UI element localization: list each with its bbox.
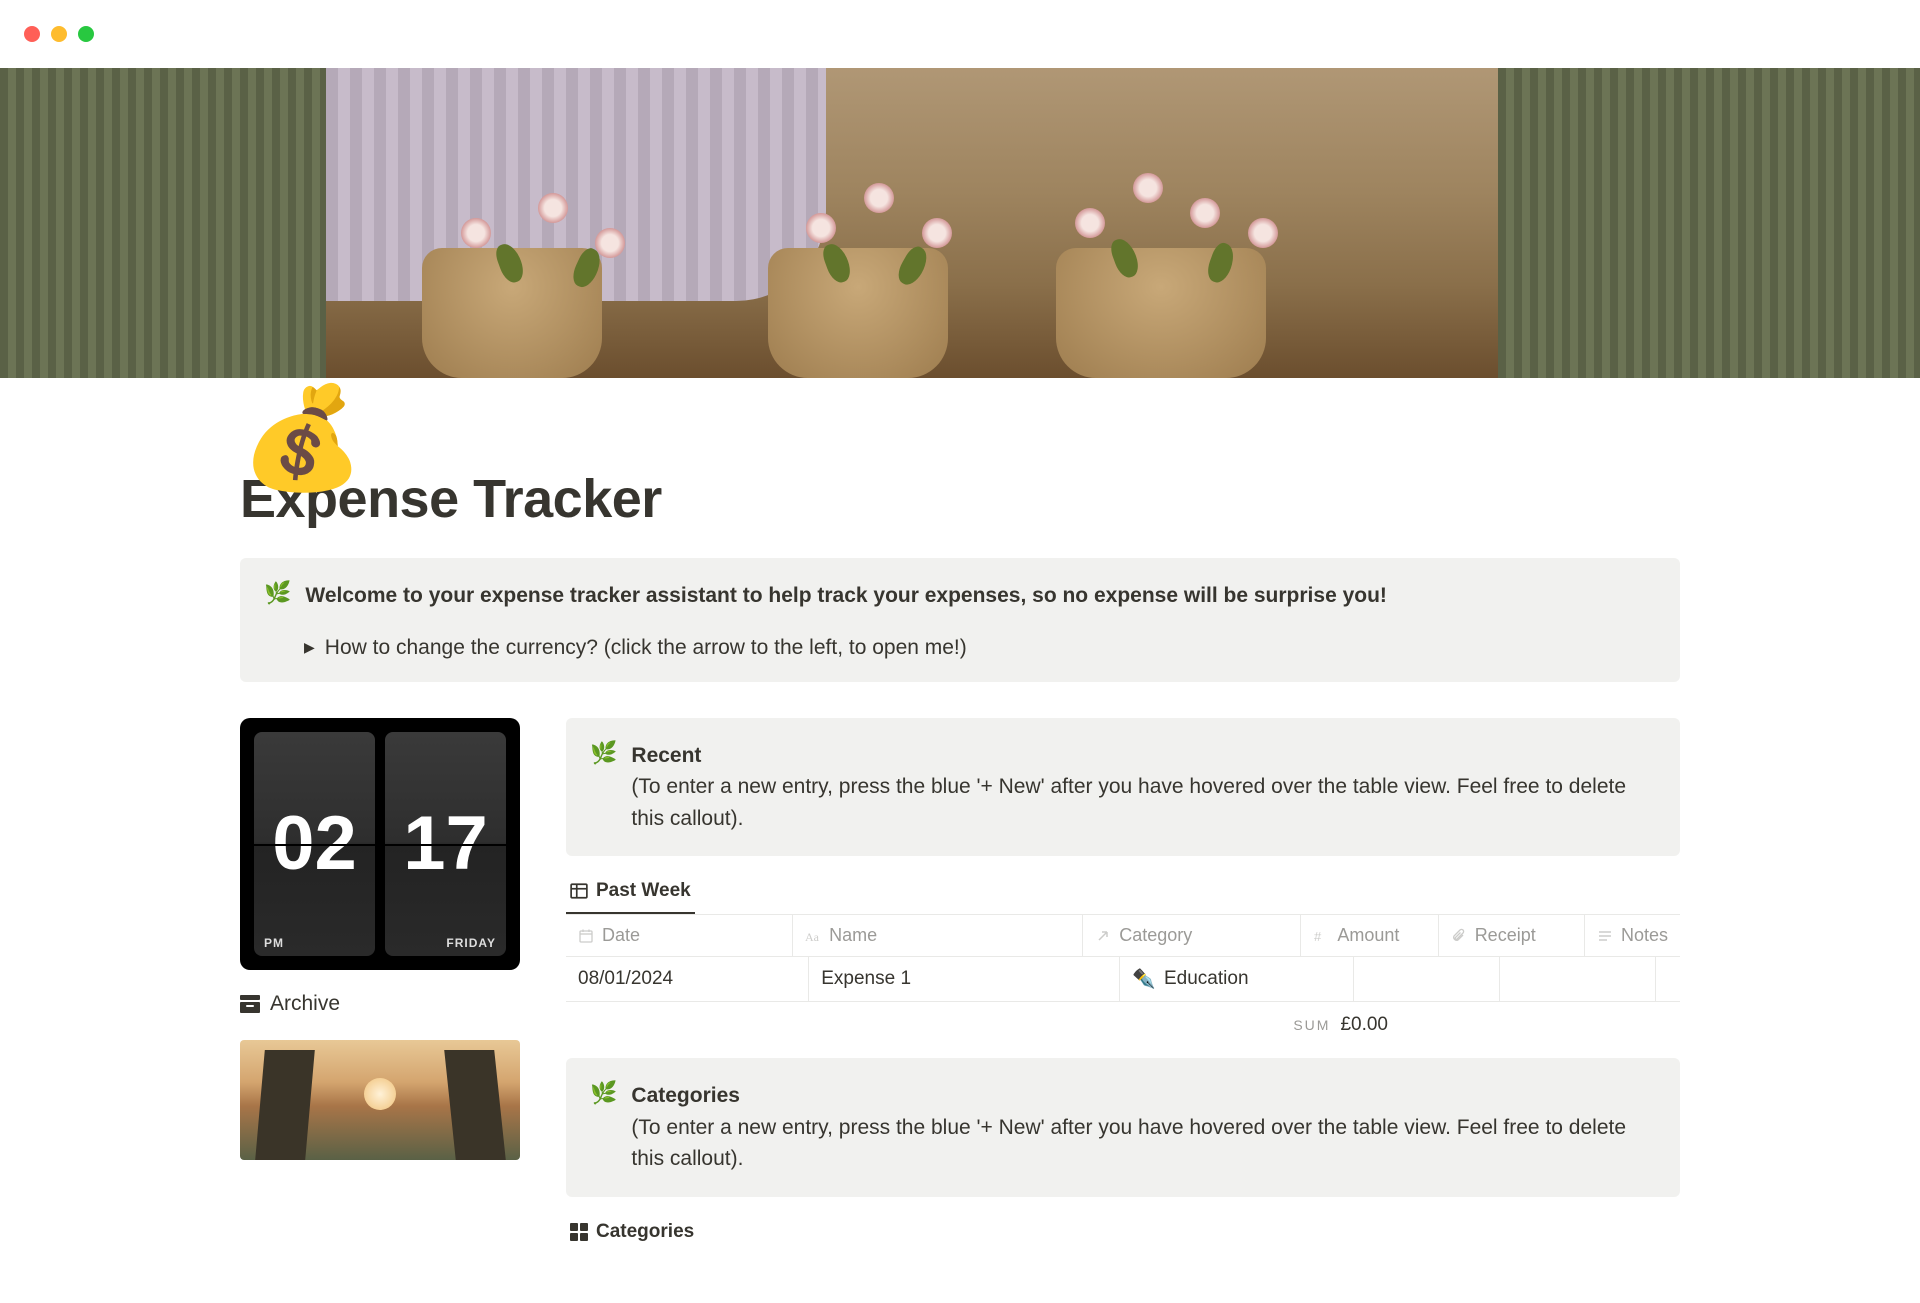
notes-icon: [1597, 928, 1613, 944]
sum-label: SUM: [1293, 1017, 1330, 1033]
number-icon: #: [1313, 928, 1329, 944]
text-icon: Aa: [805, 928, 821, 944]
archive-icon: [240, 995, 260, 1013]
tab-label: Past Week: [596, 880, 691, 902]
clock-widget: 02 17 PM FRIDAY: [240, 718, 520, 970]
table-icon: [570, 882, 588, 900]
cell-receipt[interactable]: [1500, 957, 1656, 1001]
table-header: Date Aa Name Category # Amount: [566, 915, 1680, 957]
categories-subtitle: (To enter a new entry, press the blue '+…: [631, 1112, 1656, 1175]
categories-callout: 🌿 Categories (To enter a new entry, pres…: [566, 1058, 1680, 1197]
relation-icon: [1095, 928, 1111, 944]
tab-label: Categories: [596, 1221, 694, 1243]
clock-hour: 02: [254, 732, 375, 956]
clock-period: PM: [264, 936, 284, 950]
categories-title: Categories: [631, 1080, 1656, 1112]
window-maximize-button[interactable]: [78, 26, 94, 42]
page-title[interactable]: Expense Tracker: [240, 468, 1680, 530]
recent-table: Date Aa Name Category # Amount: [566, 914, 1680, 1002]
svg-text:#: #: [1314, 929, 1322, 944]
window-close-button[interactable]: [24, 26, 40, 42]
col-notes[interactable]: Notes: [1585, 915, 1680, 956]
sidebar-image: [240, 1040, 520, 1160]
herb-icon: 🌿: [264, 580, 291, 606]
col-receipt[interactable]: Receipt: [1439, 915, 1585, 956]
cell-date[interactable]: 08/01/2024: [566, 957, 809, 1001]
cell-name[interactable]: Expense 1: [809, 957, 1120, 1001]
herb-icon: 🌿: [590, 1080, 617, 1106]
toggle-arrow-icon: ▶: [304, 639, 315, 656]
clock-minute: 17: [385, 732, 506, 956]
window-chrome: [0, 0, 1920, 68]
archive-label: Archive: [270, 992, 340, 1016]
categories-view-tabs: Categories: [566, 1215, 1680, 1243]
recent-title: Recent: [631, 740, 1656, 772]
cell-category[interactable]: ✒️ Education: [1120, 957, 1354, 1001]
page-icon[interactable]: 💰: [240, 388, 365, 488]
col-date[interactable]: Date: [566, 915, 793, 956]
cell-amount[interactable]: [1354, 957, 1500, 1001]
category-page-icon: ✒️: [1132, 967, 1156, 991]
calendar-icon: [578, 928, 594, 944]
recent-subtitle: (To enter a new entry, press the blue '+…: [631, 771, 1656, 834]
col-amount[interactable]: # Amount: [1301, 915, 1438, 956]
sum-row: SUM £0.00: [566, 1002, 1400, 1036]
col-category[interactable]: Category: [1083, 915, 1301, 956]
recent-callout: 🌿 Recent (To enter a new entry, press th…: [566, 718, 1680, 857]
window-minimize-button[interactable]: [51, 26, 67, 42]
board-icon: [570, 1223, 588, 1241]
tab-past-week[interactable]: Past Week: [566, 874, 695, 914]
recent-view-tabs: Past Week: [566, 874, 1680, 914]
archive-link[interactable]: Archive: [240, 992, 520, 1016]
welcome-text: Welcome to your expense tracker assistan…: [305, 580, 1387, 612]
tab-categories[interactable]: Categories: [566, 1215, 698, 1243]
currency-toggle[interactable]: ▶ How to change the currency? (click the…: [304, 636, 1656, 660]
sum-value: £0.00: [1340, 1014, 1388, 1036]
page-cover[interactable]: [0, 68, 1920, 378]
col-name[interactable]: Aa Name: [793, 915, 1083, 956]
svg-text:Aa: Aa: [805, 930, 820, 944]
toggle-label: How to change the currency? (click the a…: [325, 636, 967, 660]
table-row[interactable]: 08/01/2024 Expense 1 ✒️ Education: [566, 957, 1680, 1002]
attachment-icon: [1451, 928, 1467, 944]
clock-day: FRIDAY: [446, 936, 496, 950]
cell-notes[interactable]: [1656, 957, 1680, 1001]
welcome-callout: 🌿 Welcome to your expense tracker assist…: [240, 558, 1680, 682]
herb-icon: 🌿: [590, 740, 617, 766]
